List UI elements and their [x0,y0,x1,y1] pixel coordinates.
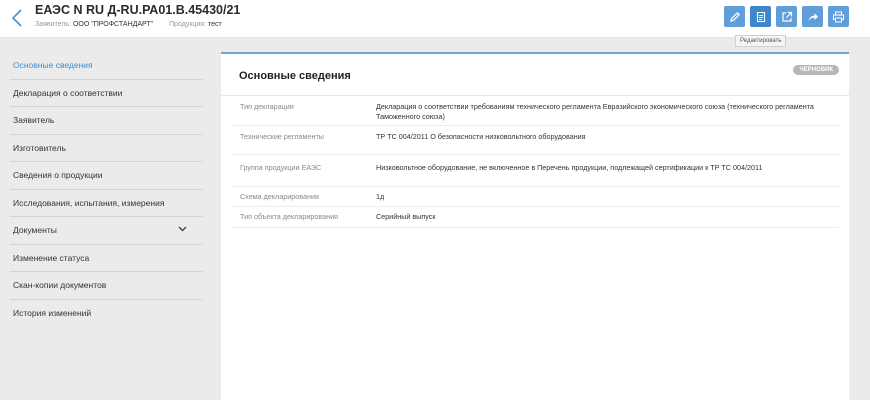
share-button[interactable] [802,6,823,27]
sidebar: Основные сведения Декларация о соответст… [0,52,210,327]
edit-tooltip: Редактировать [735,35,787,47]
panel-title: Основные сведения [239,70,351,82]
back-button[interactable] [8,6,26,30]
sidebar-item-label: Скан-копии документов [13,280,107,291]
status-badge: ЧЕРНОВИК [793,65,839,75]
print-button[interactable] [828,6,849,27]
document-button[interactable] [750,6,771,27]
sidebar-item-label: Исследования, испытания, измерения [13,197,165,208]
chevron-left-icon [12,9,22,27]
panel-header: Основные сведения ЧЕРНОВИК [221,54,849,96]
info-value: Низковольтное оборудование, не включенно… [376,163,763,172]
external-link-icon [781,11,792,22]
sidebar-item-label: Основные сведения [13,60,93,71]
sidebar-item-status-change[interactable]: Изменение статуса [10,245,203,272]
chevron-down-icon [178,226,187,232]
info-key: Тип объекта декларирования [240,212,338,221]
info-value: 1д [376,192,385,201]
toolbar [724,6,849,27]
sidebar-item-documents[interactable]: Документы [10,217,203,245]
sidebar-item-declaration[interactable]: Декларация о соответствии [10,80,203,107]
sidebar-item-scans[interactable]: Скан-копии документов [10,272,203,300]
printer-icon [832,11,845,22]
page-subtitle: Заявитель: ООО "ПРОФСТАНДАРТ" Продукция:… [35,21,222,28]
info-row: Технические регламенты ТР ТС 004/2011 О … [231,126,839,155]
info-value: Декларация о соответствии требованиям те… [376,102,814,121]
info-key: Тип декларации [240,102,294,111]
sidebar-item-label: Заявитель [13,115,55,126]
product-value: тест [208,21,222,28]
sidebar-item-label: Сведения о продукции [13,170,103,181]
product-label: Продукция: [169,21,207,28]
sidebar-item-applicant[interactable]: Заявитель [10,107,203,135]
info-key: Группа продукции ЕАЭС [240,163,322,172]
info-key: Технические регламенты [240,132,324,141]
info-row: Тип объекта декларирования Серийный выпу… [231,207,839,228]
top-bar: ЕАЭС N RU Д-RU.РА01.В.45430/21 Заявитель… [0,0,870,38]
sidebar-item-label: История изменений [13,308,92,319]
document-icon [756,11,765,22]
sidebar-item-product-info[interactable]: Сведения о продукции [10,162,203,190]
pencil-icon [729,11,740,22]
sidebar-item-research[interactable]: Исследования, испытания, измерения [10,190,203,217]
info-key: Схема декларирования [240,192,319,201]
sidebar-item-label: Декларация о соответствии [13,87,123,98]
applicant-label: Заявитель: [35,21,72,28]
applicant-value: ООО "ПРОФСТАНДАРТ" [72,21,154,28]
info-value: Серийный выпуск [376,212,436,221]
sidebar-item-label: Изготовитель [13,142,66,153]
info-row: Тип декларации Декларация о соответствии… [231,96,839,126]
open-external-button[interactable] [776,6,797,27]
page-title: ЕАЭС N RU Д-RU.РА01.В.45430/21 [35,3,241,17]
sidebar-item-basic-info[interactable]: Основные сведения [10,52,203,80]
sidebar-item-label: Изменение статуса [13,252,90,263]
sidebar-item-manufacturer[interactable]: Изготовитель [10,135,203,162]
info-value: ТР ТС 004/2011 О безопасности низковольт… [376,132,586,141]
info-row: Схема декларирования 1д [231,187,839,207]
share-arrow-icon [808,12,818,21]
main-panel: Основные сведения ЧЕРНОВИК Тип деклараци… [221,52,849,400]
sidebar-item-label: Документы [13,225,57,236]
sidebar-item-history[interactable]: История изменений [10,300,203,328]
edit-button[interactable] [724,6,745,27]
info-row: Группа продукции ЕАЭС Низковольтное обор… [231,155,839,187]
